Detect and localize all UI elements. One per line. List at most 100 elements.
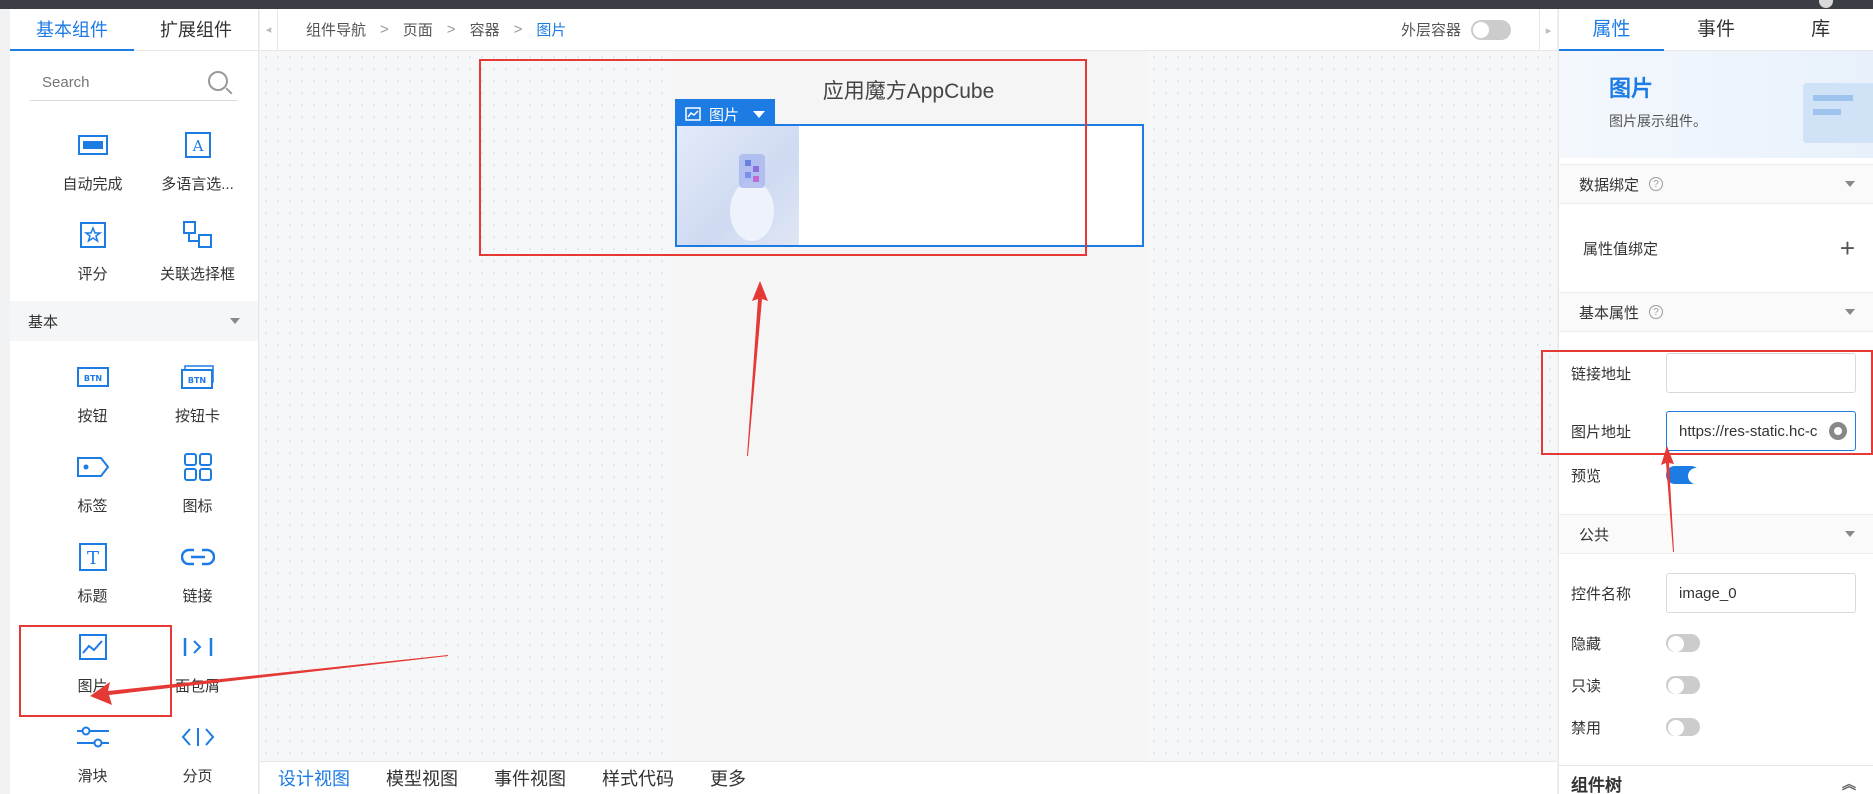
component-label: 标题 — [77, 587, 108, 605]
tab-design-view[interactable]: 设计视图 — [278, 765, 350, 791]
component-icon[interactable]: 图标 — [145, 437, 250, 527]
disabled-toggle[interactable] — [1666, 718, 1700, 736]
tab-event-view[interactable]: 事件视图 — [494, 765, 566, 791]
pagination-icon — [180, 719, 216, 755]
annotation-highlight-box — [479, 59, 1087, 256]
annotation-highlight-box — [1541, 350, 1873, 455]
tag-icon — [75, 449, 111, 485]
tab-basic-components[interactable]: 基本组件 — [10, 9, 134, 51]
annotation-arrow — [747, 281, 768, 456]
component-link[interactable]: 链接 — [145, 527, 250, 617]
component-button-card[interactable]: BTN 按钮卡 — [145, 347, 250, 437]
component-tag[interactable]: 标签 — [40, 437, 145, 527]
section-label: 数据绑定 — [1579, 176, 1640, 194]
outer-container-label: 外层容器 — [1400, 22, 1461, 39]
component-label: 评分 — [77, 265, 108, 283]
component-linked-select[interactable]: 关联选择框 — [145, 205, 250, 295]
component-slider[interactable]: 滑块 — [40, 707, 145, 794]
component-label: 分页 — [182, 767, 213, 785]
component-rating[interactable]: 评分 — [40, 205, 145, 295]
breadcrumb: 组件导航 > 页面 > 容器 > 图片 — [278, 19, 566, 40]
tab-style-code[interactable]: 样式代码 — [602, 765, 674, 791]
svg-text:T: T — [86, 548, 98, 569]
chevron-down-icon — [230, 318, 240, 324]
readonly-label: 只读 — [1571, 677, 1602, 695]
section-data-binding[interactable]: 数据绑定? — [1559, 164, 1873, 204]
tab-extended-components[interactable]: 扩展组件 — [134, 9, 258, 50]
window-top-bar — [0, 0, 1873, 9]
section-basic[interactable]: 基本 — [10, 301, 258, 341]
component-tree-header[interactable]: 组件树 ︽ — [1559, 765, 1873, 794]
component-grid-basic: BTN 按钮 BTN 按钮卡 标签 图标 T 标题 链接 图片 面包屑 滑块 分… — [10, 347, 258, 794]
control-name-label: 控件名称 — [1571, 585, 1632, 603]
chevron-down-icon — [1845, 181, 1855, 187]
illustration-icon — [1803, 83, 1873, 143]
property-binding-label: 属性值绑定 — [1583, 240, 1659, 258]
svg-text:BTN: BTN — [187, 376, 205, 385]
control-name-input[interactable]: image_0 — [1666, 573, 1856, 613]
rating-star-icon — [75, 217, 111, 253]
window-control-icon[interactable] — [1819, 0, 1833, 8]
disabled-label: 禁用 — [1571, 719, 1602, 737]
section-label: 基本属性 — [1579, 304, 1640, 322]
grid-icon — [180, 449, 216, 485]
tab-model-view[interactable]: 模型视图 — [386, 765, 458, 791]
autocomplete-icon — [75, 127, 111, 163]
component-title[interactable]: T 标题 — [40, 527, 145, 617]
section-common[interactable]: 公共 — [1559, 514, 1873, 554]
tab-more[interactable]: 更多 — [710, 765, 746, 791]
svg-text:A: A — [191, 137, 203, 155]
svg-text:BTN: BTN — [83, 374, 101, 383]
chevron-up-icon[interactable]: ︽ — [1842, 774, 1856, 794]
collapse-right-icon[interactable]: ▸ — [1539, 9, 1557, 51]
component-tree-title: 组件树 — [1571, 776, 1622, 794]
breadcrumb-item[interactable]: 容器 — [470, 19, 500, 40]
annotation-highlight-box — [19, 625, 172, 717]
button-icon: BTN — [75, 359, 111, 395]
tab-properties[interactable]: 属性 — [1559, 9, 1664, 51]
hidden-toggle[interactable] — [1666, 634, 1700, 652]
component-button[interactable]: BTN 按钮 — [40, 347, 145, 437]
search-input[interactable] — [30, 65, 238, 99]
breadcrumb-current[interactable]: 图片 — [536, 19, 566, 40]
chevron-right-icon: > — [513, 21, 523, 38]
annotation-arrow — [1661, 446, 1674, 552]
chevron-down-icon — [1845, 309, 1855, 315]
chevron-right-icon: > — [380, 21, 389, 38]
outer-container-toggle[interactable] — [1471, 19, 1511, 40]
linked-select-icon — [180, 217, 216, 253]
section-basic-properties[interactable]: 基本属性? — [1559, 292, 1873, 332]
design-canvas[interactable]: 应用魔方AppCube 图片 — [260, 51, 1557, 761]
component-label: 按钮卡 — [174, 407, 220, 425]
collapse-left-icon[interactable]: ◂ — [260, 8, 278, 51]
view-tabs: 设计视图 模型视图 事件视图 样式代码 更多 — [260, 761, 1557, 794]
help-icon[interactable]: ? — [1649, 305, 1664, 319]
readonly-row: 只读 — [1559, 664, 1873, 706]
tab-library[interactable]: 库 — [1768, 9, 1873, 50]
breadcrumb-item[interactable]: 组件导航 — [306, 19, 366, 40]
chevron-right-icon: > — [446, 21, 456, 38]
search-icon[interactable] — [208, 71, 228, 91]
property-tabs: 属性 事件 库 — [1559, 9, 1873, 51]
component-label: 多语言选... — [161, 175, 234, 193]
tab-events[interactable]: 事件 — [1664, 9, 1769, 50]
component-label: 链接 — [182, 587, 213, 605]
component-multilanguage[interactable]: A 多语言选... — [145, 115, 250, 205]
help-icon[interactable]: ? — [1649, 177, 1664, 191]
breadcrumb-item[interactable]: 页面 — [403, 19, 433, 40]
add-icon[interactable]: + — [1840, 233, 1855, 264]
control-name-row: 控件名称 image_0 — [1559, 564, 1873, 622]
hidden-label: 隐藏 — [1571, 635, 1602, 653]
component-label: 按钮 — [77, 407, 108, 425]
outer-container-toggle-group: 外层容器 — [1401, 19, 1511, 40]
component-autocomplete[interactable]: 自动完成 — [40, 115, 145, 205]
component-label: 图标 — [182, 497, 213, 515]
design-area: ◂ 组件导航 > 页面 > 容器 > 图片 外层容器 ▸ 应用魔方AppCube… — [90, 8, 1557, 794]
readonly-toggle[interactable] — [1666, 676, 1700, 694]
slider-icon — [75, 719, 111, 755]
breadcrumb-bar: ◂ 组件导航 > 页面 > 容器 > 图片 外层容器 ▸ — [260, 8, 1557, 51]
section-label: 基本 — [28, 313, 59, 331]
component-tabs: 基本组件 扩展组件 — [10, 9, 258, 51]
component-pagination[interactable]: 分页 — [145, 707, 250, 794]
property-binding-row: 属性值绑定 + — [1559, 204, 1873, 292]
